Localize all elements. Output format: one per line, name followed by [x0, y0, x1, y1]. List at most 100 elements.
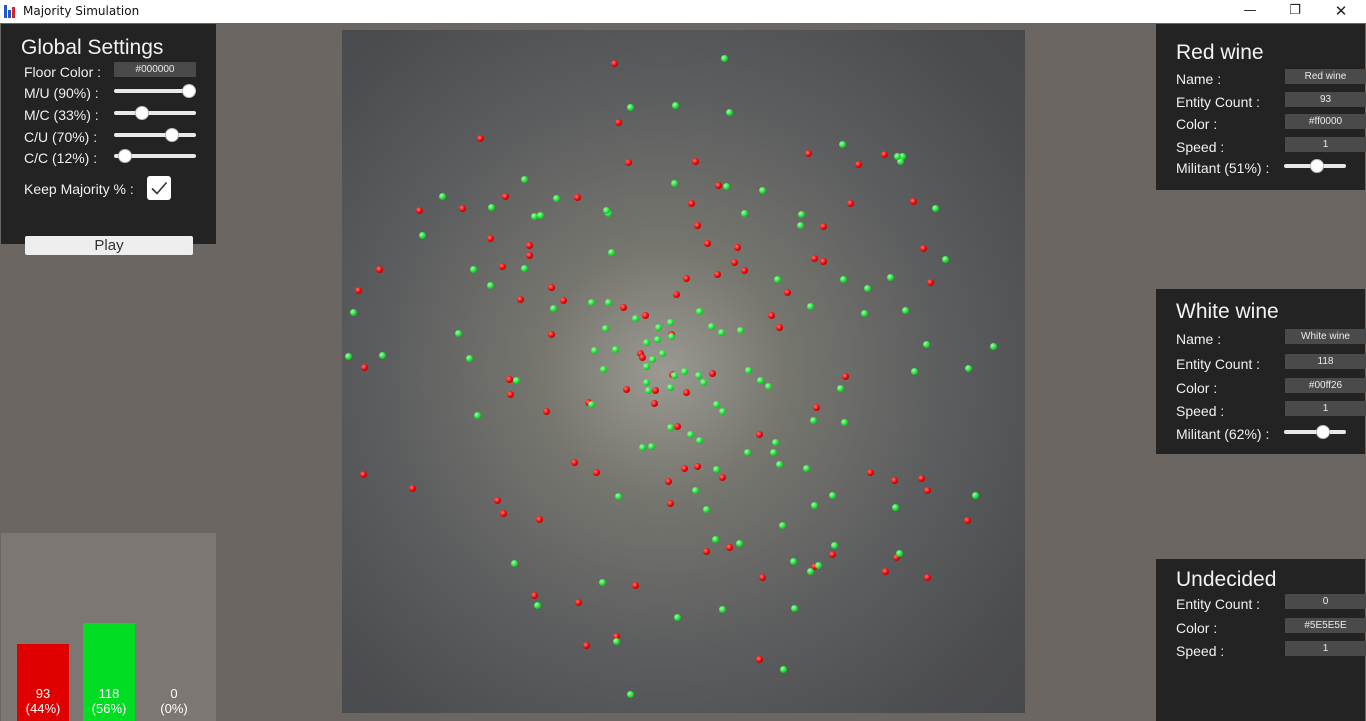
white-agent [789, 557, 797, 565]
white-agent [831, 541, 839, 549]
red-agent [547, 283, 555, 291]
red-percent-text: (44%) [25, 701, 61, 716]
white-agent [803, 464, 811, 472]
white-count-text: 118 [98, 686, 120, 701]
keep-majority-row: Keep Majority % : [24, 176, 216, 208]
undecided-percent-text: (0%) [160, 701, 188, 716]
white-agent [511, 560, 519, 568]
undecided-count-input[interactable]: 0 [1285, 594, 1366, 609]
red-militant-knob[interactable] [1309, 159, 1324, 173]
white-color-input[interactable]: #00ff26 [1285, 378, 1366, 393]
white-agent [521, 264, 529, 272]
white-agent [773, 275, 781, 283]
white-agent [470, 266, 478, 274]
white-agent [588, 298, 596, 306]
red-agent [683, 388, 691, 396]
red-agent [924, 573, 932, 581]
cc-slider-knob[interactable] [117, 149, 132, 163]
white-agent [673, 614, 681, 622]
white-agent [807, 303, 815, 311]
undecided-color-input[interactable]: #5E5E5E [1285, 618, 1366, 633]
mu-slider[interactable] [114, 83, 196, 99]
red-agent [674, 422, 681, 430]
mu-slider-knob[interactable] [181, 84, 196, 98]
white-agent [638, 444, 646, 452]
floor-color-input[interactable]: #000000 [114, 62, 196, 77]
mu-row: M/U (90%) : [24, 83, 216, 103]
white-militant-knob[interactable] [1316, 425, 1331, 439]
white-agent [713, 466, 721, 474]
white-agent [647, 443, 655, 451]
red-speed-input[interactable]: 1 [1285, 137, 1366, 152]
red-agent [476, 134, 484, 142]
cu-slider-knob[interactable] [165, 128, 180, 142]
red-count-input[interactable]: 93 [1285, 92, 1366, 107]
red-name-input[interactable]: Red wine [1285, 69, 1366, 84]
red-agent [536, 515, 544, 523]
cu-slider[interactable] [114, 127, 196, 143]
white-speed-input[interactable]: 1 [1285, 401, 1366, 416]
red-agent [881, 150, 889, 158]
play-button[interactable]: Play [25, 236, 193, 255]
white-agent [923, 340, 931, 348]
minimize-button[interactable]: — [1227, 0, 1273, 23]
red-agent [651, 387, 659, 395]
mc-slider-knob[interactable] [135, 106, 150, 120]
red-color-input[interactable]: #ff0000 [1285, 114, 1366, 129]
white-name-input[interactable]: White wine [1285, 329, 1366, 344]
bar-chart-app-icon [4, 4, 18, 18]
red-agent [693, 221, 701, 229]
red-agent [531, 592, 539, 600]
white-agent [591, 347, 599, 355]
red-agent [592, 468, 600, 476]
white-militant-track [1284, 430, 1346, 434]
white-count-input[interactable]: 118 [1285, 354, 1366, 369]
red-agent [641, 311, 649, 319]
red-agent [680, 464, 688, 472]
white-agent [839, 140, 847, 148]
white-agent [643, 378, 651, 386]
cu-label: C/U (70%) : [24, 129, 98, 145]
red-agent [784, 289, 792, 297]
restore-button[interactable]: ❐ [1272, 0, 1318, 23]
white-agent [712, 536, 720, 544]
red-militant-row: Militant (51%) : [1176, 158, 1365, 178]
red-agent [526, 242, 534, 250]
white-agent [692, 487, 700, 495]
white-agent [643, 363, 651, 371]
white-agent [612, 346, 620, 354]
white-militant-slider[interactable] [1284, 424, 1346, 440]
mc-slider[interactable] [114, 105, 196, 121]
red-agent [672, 290, 680, 298]
red-agent [560, 296, 568, 304]
red-agent [775, 324, 783, 332]
white-agent [886, 273, 894, 281]
white-count-row: Entity Count : 118 [1176, 354, 1366, 374]
cc-row: C/C (12%) : [24, 148, 216, 168]
undecided-color-label: Color : [1176, 620, 1218, 636]
close-button[interactable]: ✕ [1318, 0, 1364, 23]
red-agent [665, 477, 673, 485]
white-agent [745, 366, 753, 374]
white-agent [607, 249, 615, 257]
white-count-label: Entity Count : [1176, 356, 1261, 372]
undecided-speed-input[interactable]: 1 [1285, 641, 1366, 656]
red-count-label: Entity Count : [1176, 94, 1261, 110]
red-agent [614, 119, 622, 127]
undecided-heading: Undecided [1176, 568, 1277, 591]
red-agent [693, 462, 701, 470]
keep-majority-checkbox[interactable] [147, 176, 171, 200]
red-agent [926, 279, 934, 287]
white-militant-row: Militant (62%) : [1176, 424, 1365, 444]
red-militant-slider[interactable] [1284, 158, 1346, 174]
white-agent [667, 319, 675, 327]
undecided-speed-row: Speed : 1 [1176, 641, 1366, 661]
simulation-floor[interactable] [342, 30, 1025, 713]
cc-slider[interactable] [114, 148, 196, 164]
white-agent [602, 325, 610, 333]
mc-label: M/C (33%) : [24, 107, 99, 123]
white-color-label: Color : [1176, 380, 1218, 396]
red-agent [734, 244, 742, 252]
undecided-panel: Undecided Entity Count : 0 Color : #5E5E… [1156, 559, 1366, 721]
window-title: Majority Simulation [23, 4, 140, 18]
